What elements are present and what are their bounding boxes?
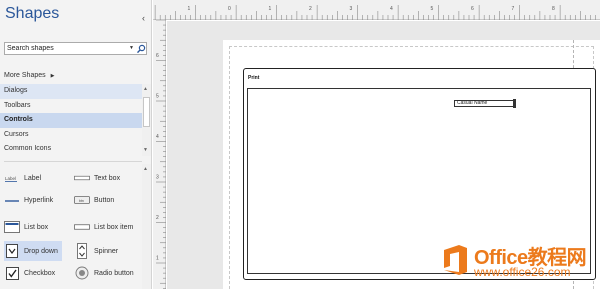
shapes-scrollbar[interactable]: ▲ (142, 164, 151, 289)
hyperlink-icon (4, 192, 20, 208)
stencil-item-dialogs[interactable]: Dialogs (0, 84, 142, 99)
pane-divider (4, 161, 142, 162)
ruler-top-ticks: 21012345678 (154, 5, 596, 20)
shape-label: Radio button (94, 269, 134, 277)
ruler-top-number: 2 (309, 6, 312, 12)
list-box-item-icon (74, 219, 90, 235)
shape-label: Checkbox (24, 269, 56, 277)
shape-label[interactable]: Label Label (4, 168, 45, 188)
shape-label: Spinner (94, 247, 119, 255)
ruler-top-number: 6 (471, 6, 474, 12)
selection-handle[interactable] (513, 99, 516, 108)
search-dropdown-icon[interactable]: ▼ (129, 43, 134, 54)
shape-text-box[interactable]: Text box (74, 168, 124, 188)
stencil-item-common-icons[interactable]: Common Icons (0, 142, 142, 157)
ruler-left-number: 2 (156, 215, 159, 221)
pane-title: Shapes (5, 5, 60, 22)
stencil-list: Dialogs Toolbars Controls Cursors Common Ico… (0, 84, 142, 157)
scroll-thumb[interactable] (143, 97, 150, 127)
watermark: Office教程网 www.office26.com (440, 240, 598, 282)
stencil-item-controls[interactable]: Controls (0, 113, 142, 128)
dialog-text-box[interactable]: Casual Name (454, 99, 516, 108)
shape-list-box-item[interactable]: List box item (74, 217, 137, 237)
office-logo-icon (444, 245, 467, 275)
shape-hyperlink[interactable]: Hyperlink (4, 190, 57, 210)
ruler-left-number: 1 (156, 256, 159, 262)
ruler-left: 6 5 4 3 2 1 (153, 20, 166, 289)
ruler-top-number: 7 (512, 6, 515, 12)
text-box-icon (74, 170, 90, 186)
spinner-icon (74, 243, 90, 259)
scroll-down-icon[interactable]: ▼ (143, 147, 148, 153)
shape-checkbox[interactable]: Checkbox (4, 263, 59, 283)
drop-down-icon (4, 243, 20, 259)
ruler-top-number: 4 (390, 6, 393, 12)
collapse-pane-icon[interactable]: ‹ (142, 14, 145, 23)
ruler-top-number: 1 (269, 6, 272, 12)
chevron-right-icon: ▶ (50, 72, 55, 79)
shape-label: List box (24, 223, 49, 231)
shape-label: Text box (94, 174, 121, 182)
shapes-pane: Shapes ‹ ▼ More Shapes ▶ DialogsToolbars… (0, 0, 152, 289)
shape-list-box[interactable]: List box (4, 217, 52, 237)
more-shapes-button[interactable]: More Shapes ▶ (4, 72, 55, 79)
ruler-top-number: 0 (228, 6, 231, 12)
ruler-left-number: 6 (156, 53, 159, 59)
watermark-url: www.office26.com (474, 265, 571, 279)
stencil-scrollbar[interactable]: ▲ ▼ (142, 84, 151, 156)
stencil-item-toolbars[interactable]: Toolbars (0, 99, 142, 114)
ruler-top-number: 5 (431, 6, 434, 12)
checkbox-icon (4, 265, 20, 281)
more-shapes-label: More Shapes (4, 72, 46, 79)
scroll-up-icon[interactable]: ▲ (143, 166, 148, 172)
ruler-left-number: 4 (156, 134, 159, 140)
shape-button[interactable]: btn Button (74, 190, 118, 210)
ruler-top-number: 3 (350, 6, 353, 12)
button-icon: btn (74, 192, 90, 208)
text-box-value: Casual Name (457, 100, 488, 106)
ruler-left-ticks: 6 5 4 3 2 1 (156, 20, 166, 289)
shape-label: Label (24, 174, 42, 182)
list-box-icon (4, 219, 20, 235)
shape-drop-down[interactable]: Drop down (4, 241, 62, 261)
label-icon: Label (4, 170, 20, 186)
ruler-top-number: 8 (552, 6, 555, 12)
label-icon-text: Label (5, 176, 16, 181)
shape-spinner[interactable]: Spinner (74, 241, 122, 261)
shape-label: Button (94, 196, 115, 204)
search-icon[interactable] (136, 44, 146, 54)
search-input[interactable] (7, 43, 125, 54)
shape-label: List box item (94, 223, 134, 231)
ruler-left-number: 3 (156, 175, 159, 181)
ruler-top-number: 1 (188, 6, 191, 12)
radio-button-icon (74, 265, 90, 281)
scroll-up-icon[interactable]: ▲ (143, 86, 148, 92)
button-icon-text: btn (79, 199, 84, 203)
ruler-top: 21012345678 (153, 0, 600, 20)
shape-label: Drop down (24, 247, 58, 255)
dialog-title: Print (248, 75, 260, 81)
search-box: ▼ (4, 42, 147, 55)
stencil-item-cursors[interactable]: Cursors (0, 128, 142, 143)
shape-label: Hyperlink (24, 196, 54, 204)
shape-radio-button[interactable]: Radio button (74, 263, 138, 283)
ruler-left-number: 5 (156, 94, 159, 100)
